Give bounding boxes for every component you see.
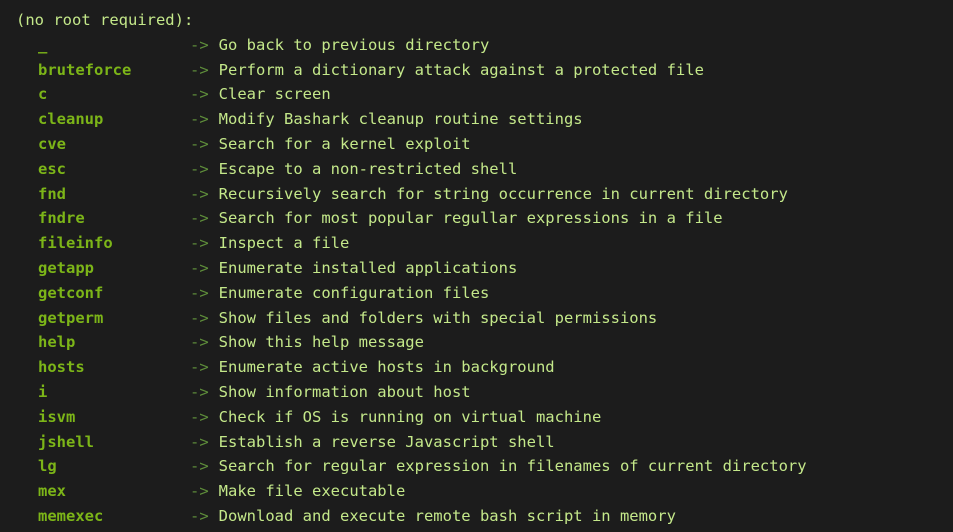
- command-row: memexec-> Download and execute remote bas…: [38, 504, 937, 529]
- command-name: i: [38, 380, 190, 405]
- command-name: isvm: [38, 405, 190, 430]
- command-name: getperm: [38, 306, 190, 331]
- arrow-icon: ->: [190, 479, 209, 504]
- command-name: cve: [38, 132, 190, 157]
- command-name: fndre: [38, 206, 190, 231]
- command-description: Clear screen: [219, 82, 331, 107]
- arrow-icon: ->: [190, 182, 209, 207]
- command-name: jshell: [38, 430, 190, 455]
- arrow-icon: ->: [190, 58, 209, 83]
- arrow-icon: ->: [190, 430, 209, 455]
- arrow-icon: ->: [190, 405, 209, 430]
- command-name: lg: [38, 454, 190, 479]
- command-row: lg-> Search for regular expression in fil…: [38, 454, 937, 479]
- command-description: Check if OS is running on virtual machin…: [219, 405, 602, 430]
- command-row: _-> Go back to previous directory: [38, 33, 937, 58]
- command-row: jshell-> Establish a reverse Javascript s…: [38, 430, 937, 455]
- command-description: Search for a kernel exploit: [219, 132, 471, 157]
- command-description: Perform a dictionary attack against a pr…: [219, 58, 704, 83]
- arrow-icon: ->: [190, 157, 209, 182]
- command-row: i-> Show information about host: [38, 380, 937, 405]
- command-description: Search for most popular regullar express…: [219, 206, 723, 231]
- command-row: help-> Show this help message: [38, 330, 937, 355]
- arrow-icon: ->: [190, 82, 209, 107]
- command-description: Show this help message: [219, 330, 424, 355]
- command-row: c-> Clear screen: [38, 82, 937, 107]
- arrow-icon: ->: [190, 504, 209, 529]
- arrow-icon: ->: [190, 355, 209, 380]
- command-name: help: [38, 330, 190, 355]
- arrow-icon: ->: [190, 330, 209, 355]
- command-name: c: [38, 82, 190, 107]
- command-description: Go back to previous directory: [219, 33, 490, 58]
- command-row: getconf-> Enumerate configuration files: [38, 281, 937, 306]
- arrow-icon: ->: [190, 206, 209, 231]
- command-name: hosts: [38, 355, 190, 380]
- command-description: Enumerate active hosts in background: [219, 355, 555, 380]
- command-row: isvm-> Check if OS is running on virtual …: [38, 405, 937, 430]
- command-row: getapp-> Enumerate installed applications: [38, 256, 937, 281]
- arrow-icon: ->: [190, 281, 209, 306]
- command-description: Make file executable: [219, 479, 406, 504]
- command-name: fnd: [38, 182, 190, 207]
- command-row: cve-> Search for a kernel exploit: [38, 132, 937, 157]
- arrow-icon: ->: [190, 107, 209, 132]
- command-name: fileinfo: [38, 231, 190, 256]
- arrow-icon: ->: [190, 256, 209, 281]
- command-description: Download and execute remote bash script …: [219, 504, 676, 529]
- arrow-icon: ->: [190, 132, 209, 157]
- command-description: Recursively search for string occurrence…: [219, 182, 788, 207]
- command-description: Search for regular expression in filenam…: [219, 454, 807, 479]
- command-name: _: [38, 33, 190, 58]
- arrow-icon: ->: [190, 454, 209, 479]
- command-description: Establish a reverse Javascript shell: [219, 430, 555, 455]
- command-name: bruteforce: [38, 58, 190, 83]
- command-description: Escape to a non-restricted shell: [219, 157, 518, 182]
- command-description: Inspect a file: [219, 231, 350, 256]
- command-description: Show information about host: [219, 380, 471, 405]
- command-row: fndre-> Search for most popular regullar …: [38, 206, 937, 231]
- arrow-icon: ->: [190, 231, 209, 256]
- command-row: getperm-> Show files and folders with spe…: [38, 306, 937, 331]
- command-row: esc-> Escape to a non-restricted shell: [38, 157, 937, 182]
- command-description: Modify Bashark cleanup routine settings: [219, 107, 583, 132]
- command-name: memexec: [38, 504, 190, 529]
- command-description: Show files and folders with special perm…: [219, 306, 658, 331]
- command-row: fileinfo-> Inspect a file: [38, 231, 937, 256]
- arrow-icon: ->: [190, 33, 209, 58]
- command-row: cleanup-> Modify Bashark cleanup routine …: [38, 107, 937, 132]
- arrow-icon: ->: [190, 306, 209, 331]
- command-description: Enumerate configuration files: [219, 281, 490, 306]
- command-name: getconf: [38, 281, 190, 306]
- arrow-icon: ->: [190, 380, 209, 405]
- command-name: esc: [38, 157, 190, 182]
- command-name: mex: [38, 479, 190, 504]
- command-name: cleanup: [38, 107, 190, 132]
- command-name: getapp: [38, 256, 190, 281]
- command-row: fnd-> Recursively search for string occur…: [38, 182, 937, 207]
- command-row: bruteforce-> Perform a dictionary attack …: [38, 58, 937, 83]
- command-row: mex-> Make file executable: [38, 479, 937, 504]
- command-list: _->Go back to previous directorybrutefor…: [16, 33, 937, 529]
- command-description: Enumerate installed applications: [219, 256, 518, 281]
- section-header: (no root required):: [16, 8, 937, 33]
- command-row: hosts-> Enumerate active hosts in backgro…: [38, 355, 937, 380]
